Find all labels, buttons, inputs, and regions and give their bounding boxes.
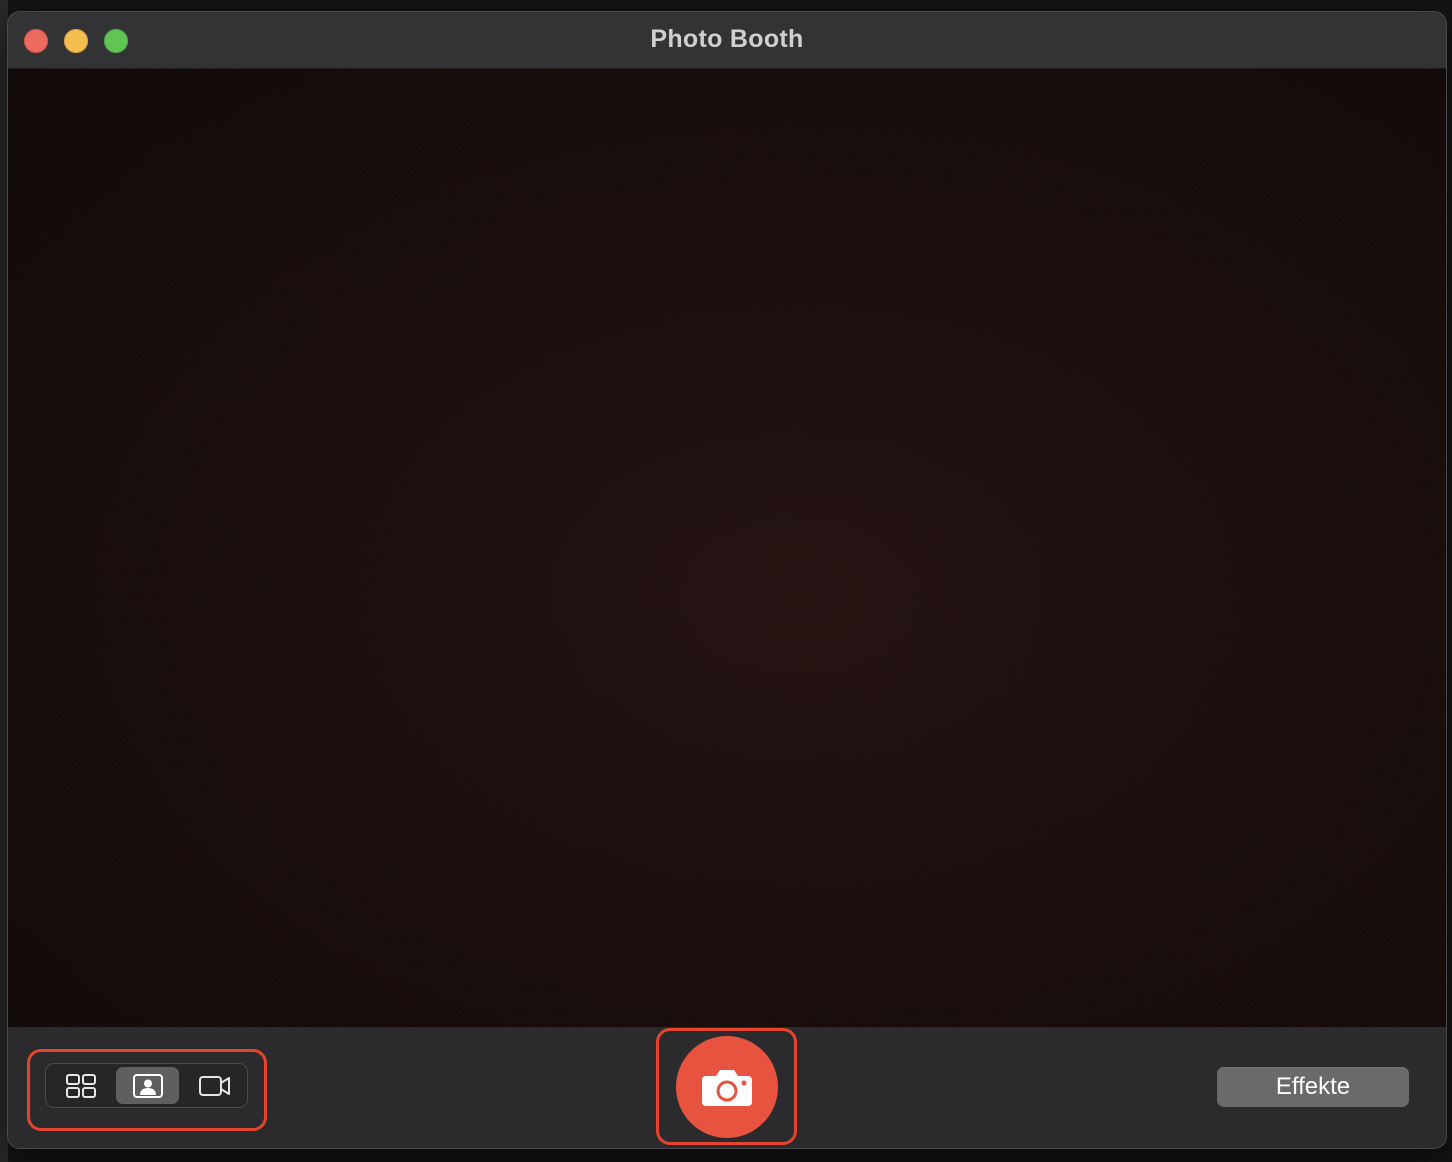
video-camera-icon <box>198 1075 230 1096</box>
four-photo-grid-icon <box>65 1073 96 1098</box>
bottom-toolbar: Effekte <box>8 1027 1446 1148</box>
title-bar[interactable]: Photo Booth <box>8 12 1446 69</box>
effects-button[interactable]: Effekte <box>1217 1067 1409 1107</box>
take-photo-button[interactable] <box>676 1036 778 1138</box>
four-photo-mode-button[interactable] <box>49 1067 112 1104</box>
photo-booth-window: Photo Booth Effekte <box>8 12 1446 1148</box>
single-photo-portrait-icon <box>132 1073 163 1098</box>
capture-mode-selector <box>45 1063 248 1108</box>
single-photo-mode-button[interactable] <box>116 1067 179 1104</box>
camera-preview <box>8 69 1446 1027</box>
camera-noise-overlay <box>8 69 1446 1027</box>
video-mode-button[interactable] <box>183 1067 246 1104</box>
camera-icon <box>702 1070 752 1106</box>
window-title: Photo Booth <box>650 25 804 53</box>
background-window-edge <box>0 0 8 1162</box>
